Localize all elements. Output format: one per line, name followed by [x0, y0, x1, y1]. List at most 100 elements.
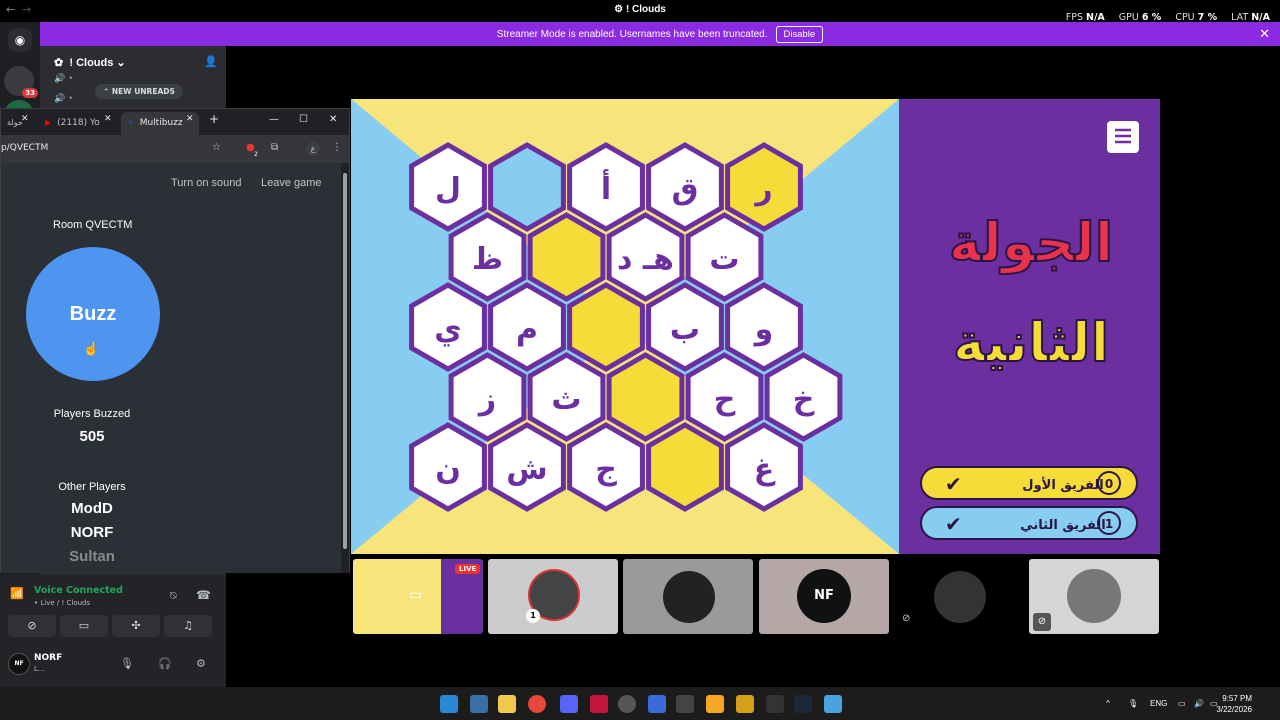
stream-preview-tile[interactable]: LIVE ▭: [353, 559, 483, 634]
scrollbar[interactable]: [341, 163, 349, 573]
players-buzzed-value: 505: [79, 428, 105, 445]
store-icon[interactable]: [470, 695, 488, 713]
maximize-icon[interactable]: ☐: [299, 114, 308, 125]
taskbar: ^ 🎙 ENG ▭ 🔊 ▭ 9:57 PM 3/22/2026: [0, 687, 1280, 720]
start-icon[interactable]: [440, 695, 458, 713]
back-arrow-icon[interactable]: ←: [6, 3, 15, 16]
player-name: ModD: [71, 500, 113, 517]
explorer-icon[interactable]: [498, 695, 516, 713]
avatar: [1067, 569, 1121, 623]
participant-tile[interactable]: NF: [759, 559, 889, 634]
check-icon: ✔: [945, 472, 962, 496]
app-icon[interactable]: [736, 695, 754, 713]
window-title-bar: ← → ⚙ ! Clouds FPS N/A GPU 6 % CPU 7 % L…: [0, 0, 1280, 23]
disable-button[interactable]: Disable: [775, 25, 824, 43]
hex-letter: ل: [435, 172, 461, 207]
forward-arrow-icon[interactable]: →: [22, 3, 31, 16]
star-icon[interactable]: ☆: [212, 142, 221, 153]
app-icon[interactable]: [676, 695, 694, 713]
app-icon[interactable]: [590, 695, 608, 713]
hex-letter: ي: [434, 312, 462, 347]
turn-on-sound-link[interactable]: Turn on sound: [171, 177, 242, 189]
chevron-up-icon[interactable]: ^: [1106, 699, 1110, 708]
participant-tile[interactable]: 1: [488, 559, 618, 634]
extension-badge: 2: [254, 151, 258, 158]
network-icon[interactable]: ▭: [1178, 699, 1186, 708]
close-tab-icon[interactable]: ✕: [104, 114, 112, 124]
disconnect-icon[interactable]: ☎: [196, 588, 211, 602]
close-tab-icon[interactable]: ✕: [21, 114, 29, 124]
address-bar[interactable]: p/QVECTM ☆ ● 2 ⧉ ع ⋮: [1, 135, 349, 163]
hex-cell[interactable]: [567, 282, 645, 372]
round-title-line1: الجولة: [949, 211, 1114, 274]
avatar: NF: [797, 569, 851, 623]
server-name[interactable]: ✿ ! Clouds ⌄: [54, 56, 126, 69]
team1-score: 0: [1105, 477, 1113, 491]
profile-icon[interactable]: ع: [306, 142, 320, 156]
hex-cell[interactable]: [606, 352, 685, 442]
participant-tile[interactable]: [623, 559, 753, 634]
app-icon[interactable]: [648, 695, 666, 713]
hex-letter: هـ د: [617, 242, 674, 277]
add-member-icon[interactable]: 👤: [204, 55, 218, 68]
screen-icon: ▭: [409, 587, 423, 603]
hex-letter: ظ: [472, 242, 503, 277]
puzzle-icon[interactable]: ⧉: [271, 142, 278, 153]
language-indicator[interactable]: ENG: [1150, 699, 1167, 708]
screen-share-button[interactable]: ▭: [60, 615, 108, 637]
app-icon[interactable]: [824, 695, 842, 713]
player-name: Sultan: [69, 548, 115, 565]
app-icon[interactable]: [766, 695, 784, 713]
microphone-icon[interactable]: 🎙: [1128, 699, 1138, 708]
scrollbar-thumb[interactable]: [343, 173, 347, 549]
microphone-icon[interactable]: 🎙: [120, 657, 134, 670]
more-menu-icon[interactable]: ⋮: [332, 142, 342, 153]
url-text[interactable]: p/QVECTM: [1, 143, 48, 153]
hex-cell[interactable]: [527, 212, 606, 302]
hex-cell[interactable]: [646, 422, 724, 512]
camera-off-button[interactable]: ⊘: [8, 615, 56, 637]
server-icon[interactable]: 33: [4, 66, 38, 98]
minimize-icon[interactable]: —: [269, 114, 279, 125]
check-icon: ✔: [945, 512, 962, 536]
leave-game-link[interactable]: Leave game: [261, 177, 322, 189]
buzz-button[interactable]: Buzz: [26, 247, 160, 381]
chrome-icon[interactable]: [528, 695, 546, 713]
unread-badge: 33: [22, 88, 38, 98]
participant-tile[interactable]: ⊘: [1029, 559, 1159, 634]
app-icon[interactable]: [706, 695, 724, 713]
headphones-icon[interactable]: 🎧: [158, 657, 172, 670]
close-tab-icon[interactable]: ✕: [186, 114, 194, 124]
avatar[interactable]: NF: [8, 653, 30, 675]
activities-button[interactable]: ✣: [112, 615, 160, 637]
tile-badge: 1: [526, 609, 540, 623]
discord-icon[interactable]: [560, 695, 578, 713]
volume-icon[interactable]: 🔊: [1194, 699, 1204, 708]
close-window-icon[interactable]: ✕: [329, 114, 337, 125]
hex-letter: ب: [670, 312, 700, 347]
participant-tile[interactable]: ⊘: [894, 559, 1024, 634]
settings-icon[interactable]: [618, 695, 636, 713]
other-players-label: Other Players: [58, 481, 126, 493]
cursor-hand-icon: ☝: [83, 341, 100, 356]
hex-letter: غ: [754, 452, 776, 487]
new-unreads-button[interactable]: ⌃ NEW UNREADS: [95, 84, 183, 99]
multibuzz-page: Turn on sound Leave game Room QVECTM Buz…: [1, 163, 341, 573]
noise-suppression-icon[interactable]: ⍉: [170, 589, 177, 603]
new-tab-icon[interactable]: +: [209, 112, 219, 126]
steam-icon[interactable]: [794, 695, 812, 713]
hex-letter: أ: [601, 169, 611, 207]
voice-panel: 📶 Voice Connected • Live / ! Clouds ⍉ ☎ …: [0, 575, 226, 687]
soundboard-button[interactable]: ♫: [164, 615, 212, 637]
hex-cell[interactable]: [488, 142, 566, 232]
hex-letter: ش: [506, 452, 547, 487]
signal-icon[interactable]: 📶: [10, 587, 24, 600]
team1-name: الفريق الأول: [1022, 476, 1103, 493]
clock[interactable]: 9:57 PM 3/22/2026: [1216, 693, 1252, 715]
room-label: Room QVECTM: [53, 219, 133, 231]
close-icon[interactable]: ✕: [1259, 26, 1270, 42]
discord-logo-icon[interactable]: ◉: [8, 28, 32, 52]
gear-icon[interactable]: ⚙: [196, 657, 206, 670]
voice-channel-label[interactable]: • Live / ! Clouds: [34, 599, 90, 607]
browser-tab[interactable]: جولة: [1, 112, 37, 135]
